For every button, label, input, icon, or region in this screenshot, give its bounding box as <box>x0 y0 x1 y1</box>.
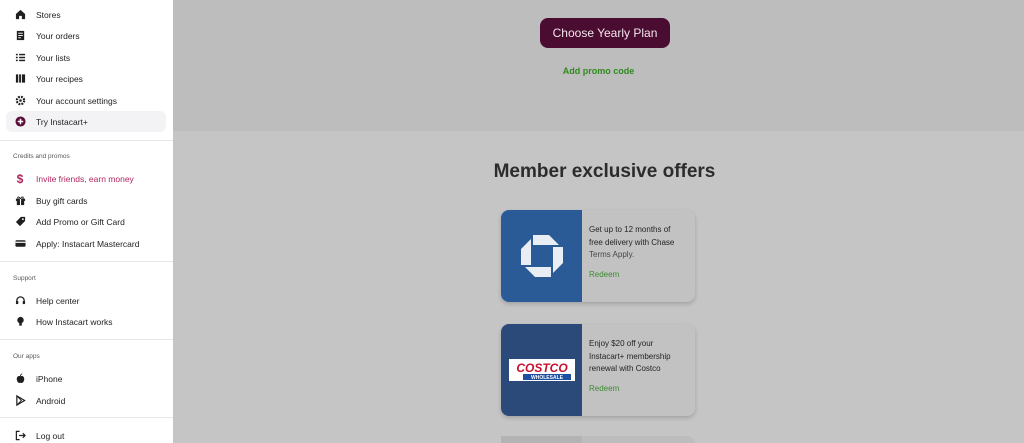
sidebar-item-label: Apply: Instacart Mastercard <box>36 238 140 249</box>
divider <box>0 417 173 418</box>
sidebar-menu: Stores Your orders Your lists Your recip… <box>0 0 173 443</box>
sidebar-item-label: Try Instacart+ <box>36 116 88 127</box>
add-promo-code-link[interactable]: Add promo code <box>173 66 1024 76</box>
sidebar-item-label: Your recipes <box>36 73 83 84</box>
sidebar-item-label: Your lists <box>36 52 71 63</box>
main-content: Choose Yearly Plan Add promo code Member… <box>173 0 1024 443</box>
sidebar-item-instacart-mastercard[interactable]: Apply: Instacart Mastercard <box>6 233 166 254</box>
choose-yearly-plan-button[interactable]: Choose Yearly Plan <box>540 18 670 48</box>
sidebar-item-invite-friends[interactable]: $ Invite friends, earn money <box>6 168 166 189</box>
recipe-book-icon <box>14 73 26 85</box>
sidebar-item-iphone[interactable]: iPhone <box>6 368 166 389</box>
plan-section: Choose Yearly Plan Add promo code <box>173 0 1024 131</box>
sidebar-item-try-instacart-plus[interactable]: Try Instacart+ <box>6 111 166 132</box>
offer-line: Get up to 12 months of <box>589 225 671 234</box>
costco-logo-subtext: WHOLESALE <box>531 375 564 381</box>
tag-icon <box>14 216 26 228</box>
offer-line: Enjoy $20 off your <box>589 339 654 348</box>
sidebar-item-add-promo[interactable]: Add Promo or Gift Card <box>6 211 166 232</box>
offer-terms: Terms Apply. <box>589 250 635 259</box>
lightbulb-icon <box>14 316 26 328</box>
section-label-apps: Our apps <box>13 353 40 360</box>
offer-line: free delivery with Chase <box>589 237 675 247</box>
offer-card-chase[interactable]: Get up to 12 months of free delivery wit… <box>501 210 695 302</box>
divider <box>0 261 173 262</box>
redeem-link[interactable]: Redeem <box>589 383 693 396</box>
sidebar-item-label: Add Promo or Gift Card <box>36 216 125 227</box>
section-label-credits: Credits and promos <box>13 153 70 160</box>
sidebar-item-log-out[interactable]: Log out <box>6 425 166 443</box>
sidebar-item-android[interactable]: Android <box>6 390 166 411</box>
credit-card-icon <box>14 238 26 250</box>
costco-logo: COSTCO WHOLESALE <box>501 324 582 416</box>
sidebar-item-buy-gift-cards[interactable]: Buy gift cards <box>6 190 166 211</box>
divider <box>0 140 173 141</box>
offer-logo-partial <box>501 436 582 443</box>
sidebar-item-label: Stores <box>36 9 61 20</box>
sidebar-item-recipes[interactable]: Your recipes <box>6 68 166 89</box>
sidebar-item-help-center[interactable]: Help center <box>6 290 166 311</box>
sidebar-item-label: Android <box>36 395 66 406</box>
receipt-icon <box>14 30 26 42</box>
sidebar-item-stores[interactable]: Stores <box>6 4 166 25</box>
offer-line: renewal with Costco <box>589 364 661 373</box>
divider <box>0 339 173 340</box>
sidebar-item-how-instacart-works[interactable]: How Instacart works <box>6 311 166 332</box>
offers-title: Member exclusive offers <box>493 161 716 182</box>
sidebar-item-label: Your orders <box>36 30 80 41</box>
gear-icon <box>14 95 26 107</box>
dollar-icon: $ <box>16 171 24 186</box>
list-icon <box>14 52 26 64</box>
sidebar-item-label: Your account settings <box>36 95 117 106</box>
sidebar-item-label: Log out <box>36 430 65 441</box>
sidebar-item-label: Help center <box>36 295 80 306</box>
offer-card-costco[interactable]: COSTCO WHOLESALE Enjoy $20 off your Inst… <box>501 324 695 416</box>
sidebar-item-lists[interactable]: Your lists <box>6 47 166 68</box>
headset-icon <box>14 295 26 307</box>
sidebar-item-label: Buy gift cards <box>36 195 88 206</box>
sidebar-item-orders[interactable]: Your orders <box>6 25 166 46</box>
section-label-support: Support <box>13 275 36 282</box>
play-store-icon <box>14 395 26 407</box>
costco-logo-text: COSTCO <box>516 361 568 375</box>
sidebar-item-account-settings[interactable]: Your account settings <box>6 90 166 111</box>
log-out-icon <box>14 430 26 442</box>
apple-icon <box>14 373 26 385</box>
sidebar-item-label: iPhone <box>36 373 63 384</box>
home-icon <box>14 9 26 21</box>
offer-line: Instacart+ membership <box>589 351 671 361</box>
redeem-link[interactable]: Redeem <box>589 269 693 282</box>
sidebar-item-label: Invite friends, earn money <box>36 173 134 184</box>
chase-logo <box>501 210 582 302</box>
instacart-plus-icon <box>14 116 26 128</box>
sidebar-item-label: How Instacart works <box>36 316 113 327</box>
gift-icon <box>14 195 26 207</box>
offer-card-partial <box>501 436 695 443</box>
